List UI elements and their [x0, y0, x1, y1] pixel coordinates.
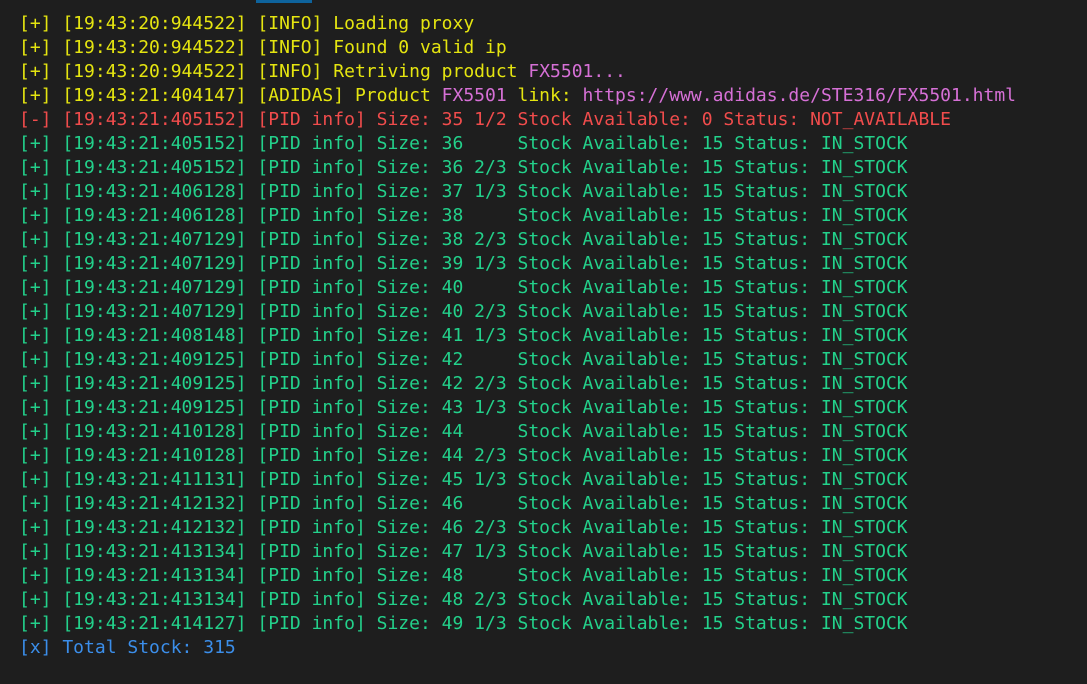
log-line-info: [+] [19:43:20:944522] [INFO] Loading pro…	[19, 12, 1087, 36]
log-line-stock: [+] [19:43:21:407129] [PID info] Size: 4…	[19, 277, 908, 298]
log-line-stock: [+] [19:43:21:412132] [PID info] Size: 4…	[19, 493, 908, 514]
log-line-stock: [+] [19:43:21:407129] [PID info] Size: 4…	[19, 301, 908, 322]
log-line-stock: [+] [19:43:21:413134] [PID info] Size: 4…	[19, 565, 908, 586]
log-line-stock: [+] [19:43:21:405152] [PID info] Size: 3…	[19, 157, 908, 178]
total-stock-line: [x] Total Stock: 315	[19, 637, 236, 658]
log-line-stock: [+] [19:43:21:410128] [PID info] Size: 4…	[19, 445, 908, 466]
product-link[interactable]: https://www.adidas.de/STE316/FX5501.html	[583, 85, 1016, 106]
log-line-error: [-] [19:43:21:405152] [PID info] Size: 3…	[19, 109, 951, 130]
terminal-output[interactable]: [+] [19:43:20:944522] [INFO] Loading pro…	[19, 12, 1087, 660]
log-prefix: [+] [19:43:20:944522] [INFO]	[19, 61, 334, 82]
log-line-stock: [+] [19:43:21:407129] [PID info] Size: 3…	[19, 253, 908, 274]
log-line-stock: [+] [19:43:21:412132] [PID info] Size: 4…	[19, 517, 908, 538]
log-line-stock: [+] [19:43:21:407129] [PID info] Size: 3…	[19, 229, 908, 250]
log-prefix: [+] [19:43:20:944522] [INFO]	[19, 37, 334, 58]
log-line-product: [+] [19:43:21:404147] [ADIDAS] Product F…	[19, 84, 1087, 108]
product-sku: FX5501...	[528, 61, 626, 82]
product-sku: FX5501	[441, 85, 507, 106]
log-line-stock: [+] [19:43:21:406128] [PID info] Size: 3…	[19, 181, 908, 202]
active-tab-indicator	[256, 0, 312, 3]
stock-lines: [+] [19:43:21:405152] [PID info] Size: 3…	[19, 132, 1087, 636]
log-message: link:	[506, 85, 583, 106]
log-line-stock: [+] [19:43:21:410128] [PID info] Size: 4…	[19, 421, 908, 442]
log-line-stock: [+] [19:43:21:405152] [PID info] Size: 3…	[19, 133, 908, 154]
log-prefix: [+] [19:43:21:404147] [ADIDAS] Product	[19, 85, 442, 106]
log-line-info: [+] [19:43:20:944522] [INFO] Found 0 val…	[19, 36, 1087, 60]
log-line-stock: [+] [19:43:21:409125] [PID info] Size: 4…	[19, 373, 908, 394]
log-message: Retriving product	[333, 61, 529, 82]
log-line-stock: [+] [19:43:21:414127] [PID info] Size: 4…	[19, 613, 908, 634]
log-message: Loading proxy	[333, 13, 475, 34]
log-line-stock: [+] [19:43:21:408148] [PID info] Size: 4…	[19, 325, 908, 346]
log-line-stock: [+] [19:43:21:409125] [PID info] Size: 4…	[19, 397, 908, 418]
log-prefix: [+] [19:43:20:944522] [INFO]	[19, 13, 334, 34]
log-line-stock: [+] [19:43:21:406128] [PID info] Size: 3…	[19, 205, 908, 226]
log-line-stock: [+] [19:43:21:409125] [PID info] Size: 4…	[19, 349, 908, 370]
log-message: Found 0 valid ip	[333, 37, 507, 58]
log-line-info: [+] [19:43:20:944522] [INFO] Retriving p…	[19, 60, 1087, 84]
log-line-stock: [+] [19:43:21:411131] [PID info] Size: 4…	[19, 469, 908, 490]
log-line-stock: [+] [19:43:21:413134] [PID info] Size: 4…	[19, 589, 908, 610]
log-line-stock: [+] [19:43:21:413134] [PID info] Size: 4…	[19, 541, 908, 562]
